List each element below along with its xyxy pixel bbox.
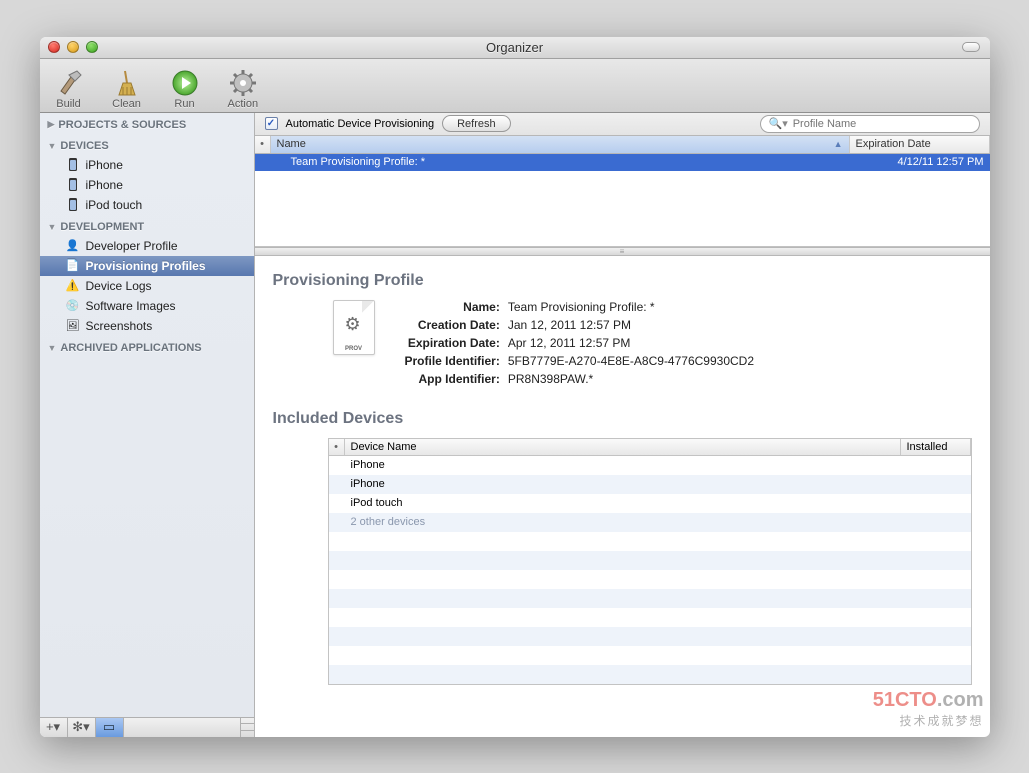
pane-divider[interactable]: ≡ [255,247,990,256]
view-toggle-button[interactable]: ▭ [96,718,124,737]
disclosure-down-icon: ▼ [48,222,57,232]
top-strip: ✓ Automatic Device Provisioning Refresh … [255,113,990,136]
device-row-more[interactable]: 2 other devices [329,513,971,532]
search-field[interactable]: 🔍▾ [760,115,980,133]
auto-provision-label: Automatic Device Provisioning [286,118,435,130]
detail-heading: Provisioning Profile [273,272,972,290]
devices-col-name[interactable]: Device Name [345,439,901,455]
run-label: Run [174,98,194,110]
phone-icon [66,198,80,212]
profiles-table: • Name▲ Expiration Date Team Provisionin… [255,136,990,247]
disclosure-down-icon: ▼ [48,141,57,151]
field-name-value: Team Provisioning Profile: * [508,300,754,314]
gear-icon: ⚙ [345,314,361,335]
person-icon: 👤 [66,239,80,253]
devices-col-installed[interactable]: Installed [901,439,971,455]
profile-row-selected[interactable]: Team Provisioning Profile: * 4/12/11 12:… [255,154,990,171]
disclosure-down-icon: ▼ [48,343,57,353]
devices-table-body[interactable]: iPhone iPhone iPod touch 2 other devices [329,456,971,684]
devices-col-status[interactable]: • [329,439,345,455]
device-row[interactable]: iPhone [329,456,971,475]
field-name-label: Name: [405,300,500,314]
profiles-table-body[interactable] [255,171,990,246]
resize-handle[interactable] [240,718,254,737]
field-app-id-value: PR8N398PAW.* [508,372,754,386]
broom-icon [112,68,142,98]
sidebar-item-ipod[interactable]: iPod touch [40,195,254,215]
profile-fields: Name: Team Provisioning Profile: * Creati… [405,300,755,386]
action-menu-button[interactable]: ✻▾ [68,718,96,737]
sidebar-item-iphone-2[interactable]: iPhone [40,175,254,195]
disk-icon: 💿 [66,299,80,313]
group-development[interactable]: ▼DEVELOPMENT [40,215,254,236]
search-input[interactable] [793,118,971,130]
gear-icon [228,68,258,98]
search-icon: 🔍▾ [769,117,788,130]
image-icon: 🖼 [66,319,80,333]
run-button[interactable]: Run [170,63,200,110]
field-profile-id-label: Profile Identifier: [405,354,500,368]
organizer-window: Organizer Build Clean Run Action ▶PROJEC… [40,37,990,737]
sidebar-footer: +▾ ✻▾ ▭ [40,717,254,737]
prov-file-icon: ⚙ PROV [333,300,375,355]
group-archived[interactable]: ▼ARCHIVED APPLICATIONS [40,336,254,357]
sidebar-item-developer-profile[interactable]: 👤Developer Profile [40,236,254,256]
field-creation-value: Jan 12, 2011 12:57 PM [508,318,754,332]
detail-pane: Provisioning Profile ⚙ PROV Name: Team Pr… [255,256,990,737]
play-icon [170,68,200,98]
field-expiration-value: Apr 12, 2011 12:57 PM [508,336,754,350]
device-row[interactable]: iPhone [329,475,971,494]
sidebar-item-software-images[interactable]: 💿Software Images [40,296,254,316]
field-creation-label: Creation Date: [405,318,500,332]
auto-provision-checkbox[interactable]: ✓ [265,117,278,130]
titlebar: Organizer [40,37,990,59]
devices-table: • Device Name Installed iPhone iPhone iP… [328,438,972,685]
phone-icon [66,178,80,192]
field-expiration-label: Expiration Date: [405,336,500,350]
action-label: Action [228,98,259,110]
col-name[interactable]: Name▲ [271,136,850,153]
hammer-icon [54,68,84,98]
sidebar-item-device-logs[interactable]: ⚠️Device Logs [40,276,254,296]
build-button[interactable]: Build [54,63,84,110]
sort-asc-icon: ▲ [834,139,843,149]
window-title: Organizer [40,40,990,55]
action-button[interactable]: Action [228,63,259,110]
field-app-id-label: App Identifier: [405,372,500,386]
build-label: Build [56,98,80,110]
devices-heading: Included Devices [273,410,972,428]
sidebar: ▶PROJECTS & SOURCES ▼DEVICES iPhone iPho… [40,113,255,737]
document-icon: 📄 [66,259,80,273]
field-profile-id-value: 5FB7779E-A270-4E8E-A8C9-4776C9930CD2 [508,354,754,368]
group-projects[interactable]: ▶PROJECTS & SOURCES [40,113,254,134]
sidebar-item-provisioning-profiles[interactable]: 📄Provisioning Profiles [40,256,254,276]
disclosure-right-icon: ▶ [48,119,55,130]
toolbar-pill-button[interactable] [962,42,980,52]
col-expiration[interactable]: Expiration Date [850,136,990,153]
toolbar: Build Clean Run Action [40,59,990,113]
device-row[interactable]: iPod touch [329,494,971,513]
add-button[interactable]: +▾ [40,718,68,737]
group-devices[interactable]: ▼DEVICES [40,134,254,155]
sidebar-item-screenshots[interactable]: 🖼Screenshots [40,316,254,336]
refresh-button[interactable]: Refresh [442,115,511,132]
sidebar-item-iphone-1[interactable]: iPhone [40,155,254,175]
clean-button[interactable]: Clean [112,63,142,110]
warning-icon: ⚠️ [66,279,80,293]
clean-label: Clean [112,98,141,110]
col-status[interactable]: • [255,136,271,153]
phone-icon [66,158,80,172]
